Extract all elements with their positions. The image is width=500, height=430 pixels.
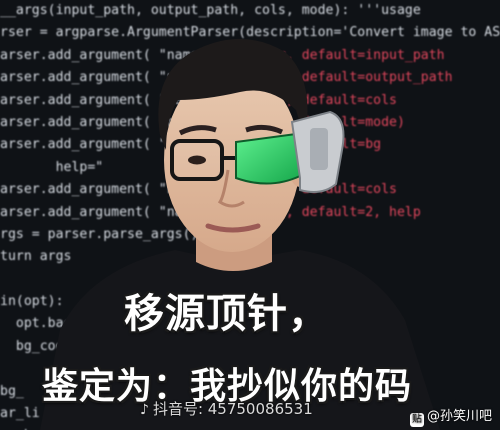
credit-text: @孙笑川吧 (426, 409, 492, 424)
douyin-watermark: ♪ 抖音号: 45750086531 (140, 398, 313, 419)
tieba-logo-icon: 贴 (409, 413, 424, 427)
credit-watermark: 贴 @孙笑川吧 (409, 405, 492, 427)
douyin-id: 抖音号: 45750086531 (152, 400, 313, 418)
green-scouter (235, 132, 302, 185)
caption-line-1: 移源顶针， (124, 291, 329, 337)
meme-image: __args(input_path, output_path, cols, mo… (0, 0, 500, 430)
tiktok-icon: ♪ (140, 402, 149, 418)
